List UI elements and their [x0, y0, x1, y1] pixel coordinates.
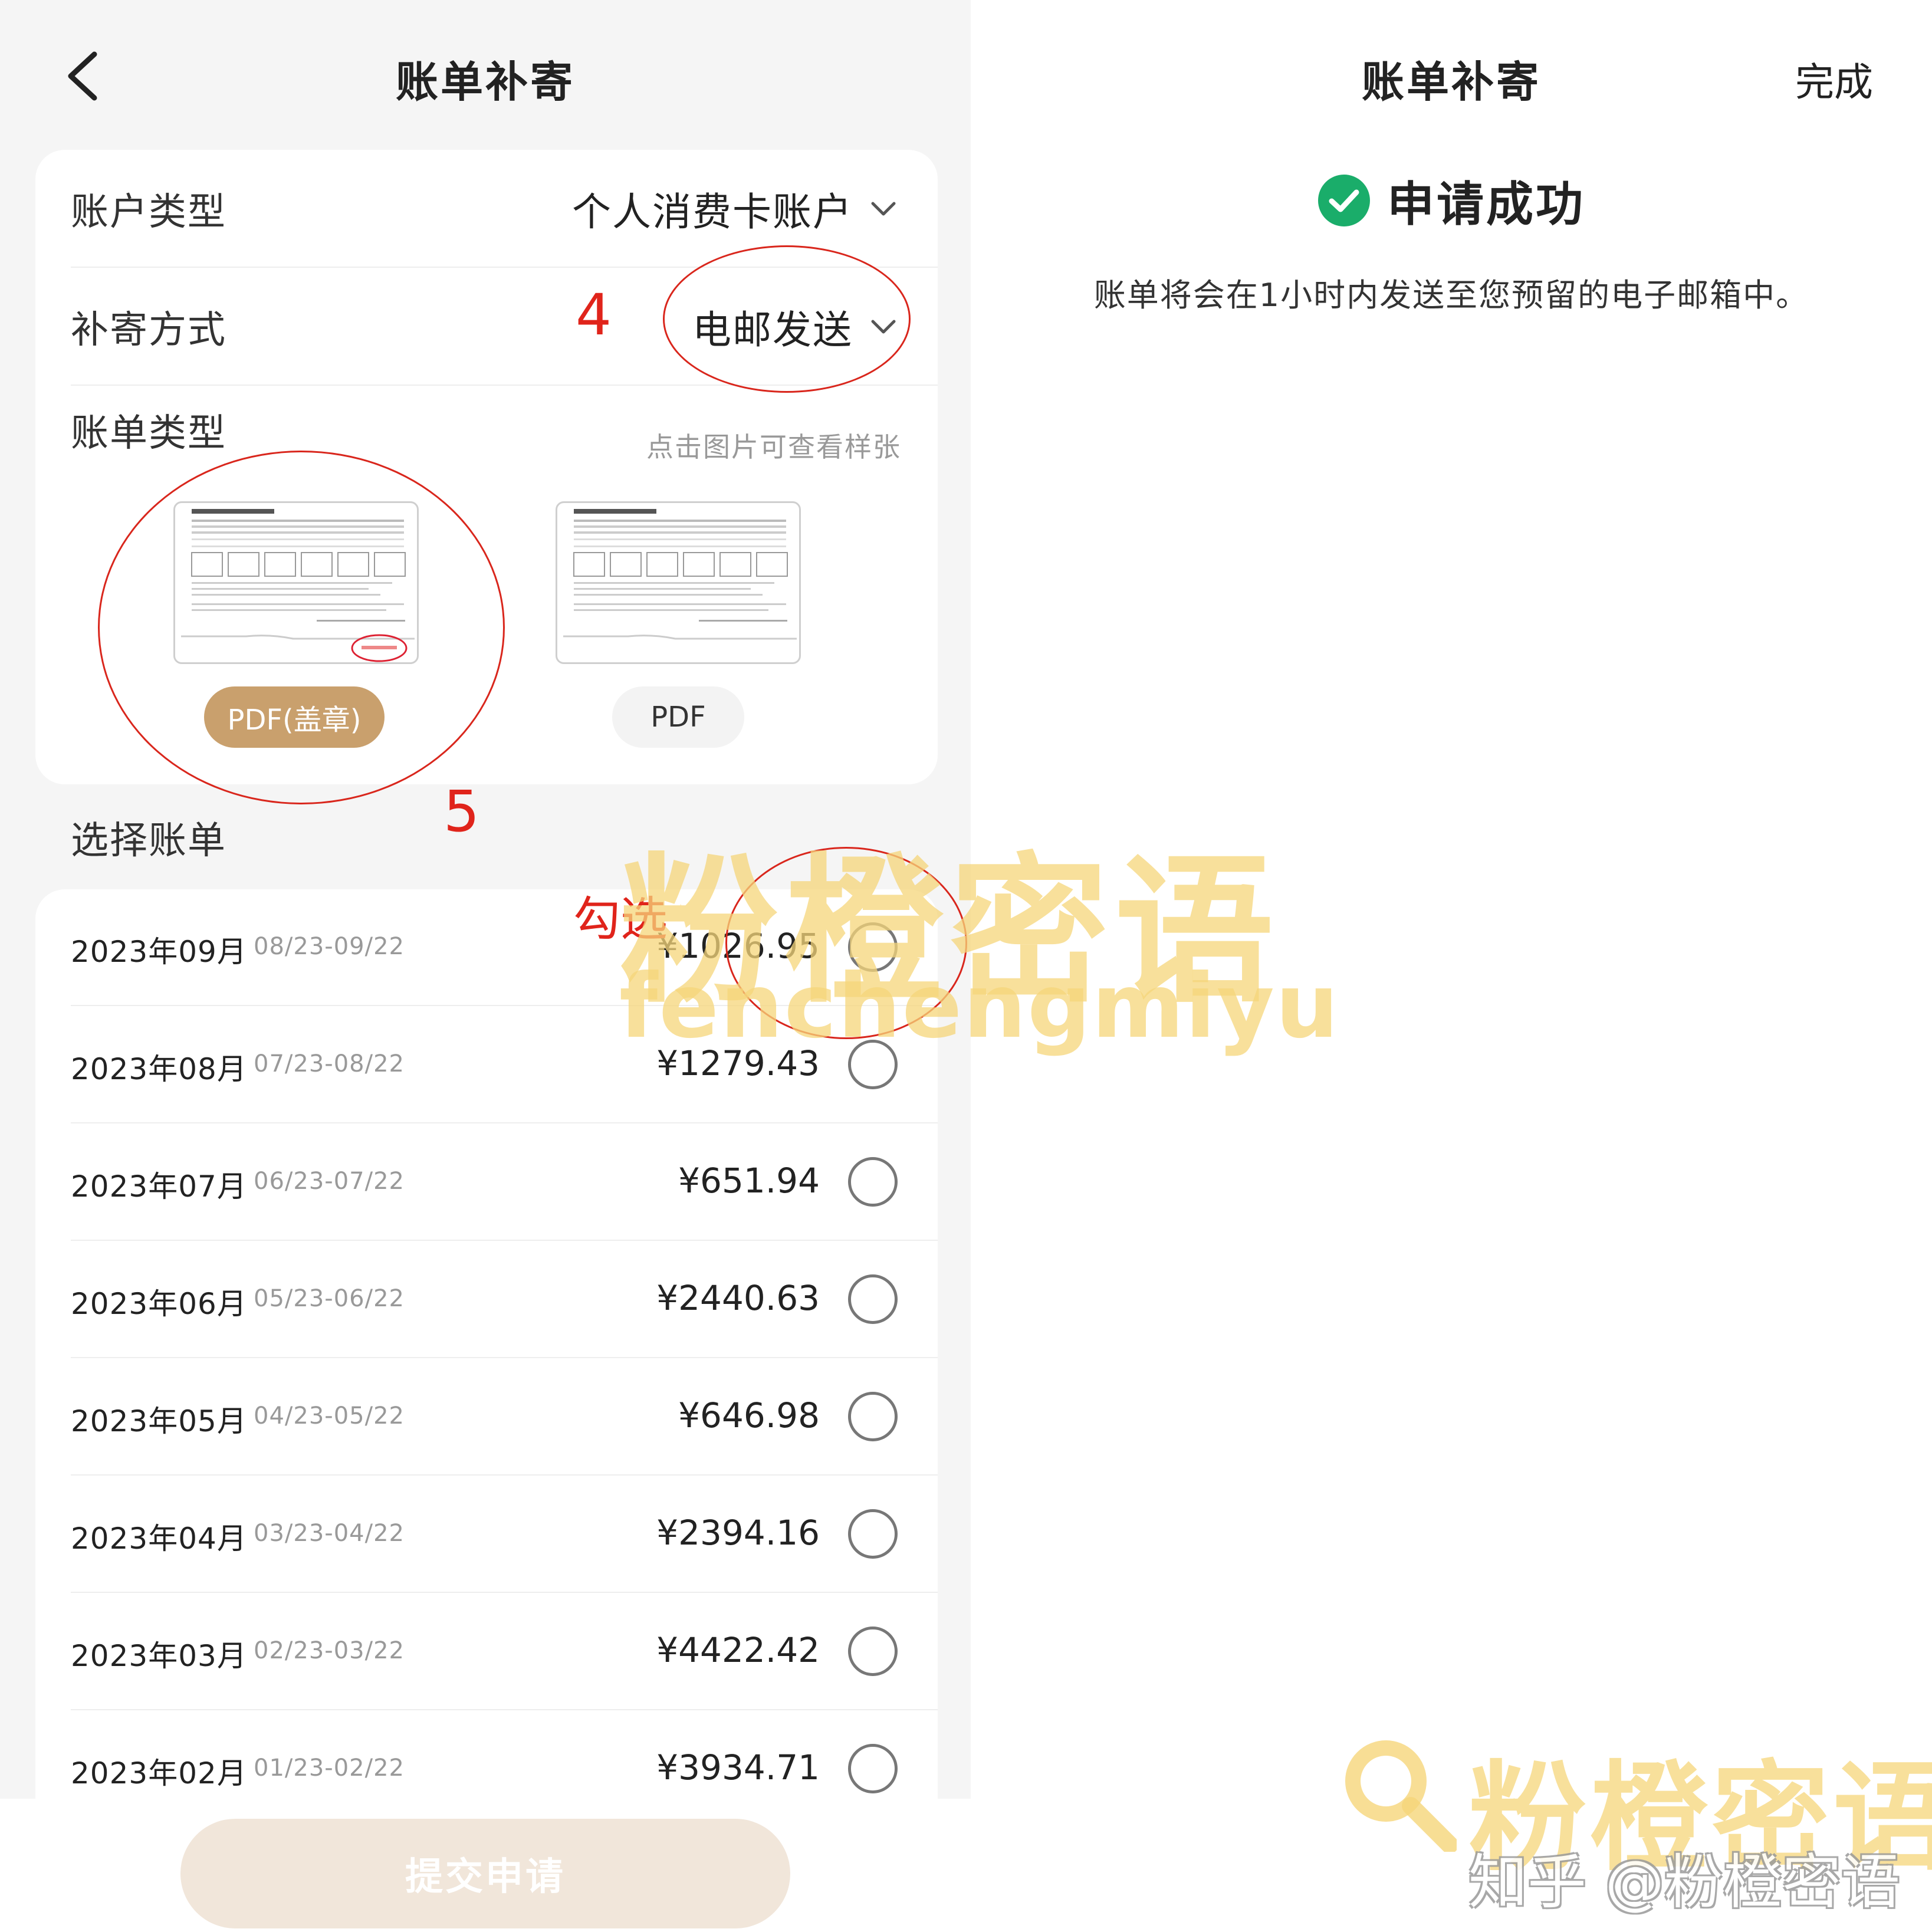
bill-amount: ¥3934.71: [656, 1747, 820, 1788]
bill-month: 2023年03月: [71, 1639, 247, 1673]
page-title: 账单补寄: [1361, 57, 1541, 107]
bill-amount: ¥2394.16: [656, 1513, 820, 1553]
bill-range: 02/23-03/22: [254, 1637, 405, 1664]
success-title: 申请成功: [1387, 177, 1585, 232]
bill-amount: ¥4422.42: [656, 1630, 820, 1670]
statement-preview-icon: [563, 509, 797, 640]
bill-amount: ¥1026.95: [656, 926, 820, 966]
bill-checkbox[interactable]: [848, 1744, 898, 1793]
bill-type-option-plain[interactable]: PDF: [612, 686, 744, 748]
submit-button[interactable]: 提交申请: [180, 1819, 790, 1928]
bill-amount: ¥651.94: [678, 1161, 820, 1201]
page-title: 账单补寄: [395, 57, 575, 107]
bill-month: 2023年05月: [71, 1404, 247, 1438]
bill-amount: ¥1279.43: [656, 1043, 820, 1083]
annotation-check-label: 勾选: [573, 892, 668, 947]
divider: [71, 1240, 938, 1241]
bill-month: 2023年08月: [71, 1052, 247, 1086]
bill-range: 08/23-09/22: [254, 933, 405, 960]
bill-amount: ¥2440.63: [656, 1278, 820, 1318]
bill-list: 2023年09月 08/23-09/22 ¥1026.95 2023年08月 0…: [35, 889, 938, 1809]
check-circle-icon: [1318, 175, 1370, 226]
bill-sample-thumbnail-stamped[interactable]: [173, 501, 419, 664]
bill-range: 06/23-07/22: [254, 1168, 405, 1195]
sample-hint: 点击图片可查看样张: [646, 431, 901, 463]
bill-month: 2023年02月: [71, 1756, 247, 1790]
bill-range: 03/23-04/22: [254, 1520, 405, 1547]
bill-checkbox[interactable]: [848, 1274, 898, 1324]
bill-checkbox[interactable]: [848, 922, 898, 972]
bill-month: 2023年07月: [71, 1169, 247, 1204]
bill-checkbox[interactable]: [848, 1040, 898, 1089]
bill-checkbox[interactable]: [848, 1392, 898, 1441]
bill-type-option-stamped[interactable]: PDF(盖章): [204, 686, 385, 748]
divider: [71, 1005, 938, 1006]
application-success-screen: 账单补寄 完成 申请成功 账单将会在1小时内发送至您预留的电子邮箱中。: [971, 0, 1932, 1932]
bill-sample-thumbnail-plain[interactable]: [556, 501, 801, 664]
divider: [71, 1592, 938, 1593]
divider: [71, 1709, 938, 1710]
bill-range: 05/23-06/22: [254, 1285, 405, 1312]
delivery-method-select[interactable]: 电邮发送: [692, 298, 896, 355]
settings-card: 账户类型 个人消费卡账户 补寄方式 电邮发送 账单类型 点击图片可查看样张 PD…: [35, 150, 938, 784]
bill-month: 2023年06月: [71, 1287, 247, 1321]
bill-month: 2023年09月: [71, 935, 247, 969]
annotation-step-4: 4: [576, 282, 612, 348]
account-type-row[interactable]: 账户类型 个人消费卡账户: [71, 150, 938, 268]
bill-row[interactable]: 2023年07月 06/23-07/22 ¥651.94: [35, 1124, 938, 1241]
bill-range: 04/23-05/22: [254, 1402, 405, 1430]
delivery-method-row[interactable]: 补寄方式 电邮发送: [71, 268, 938, 386]
bill-row[interactable]: 2023年09月 08/23-09/22 ¥1026.95: [35, 889, 938, 1006]
bill-month: 2023年04月: [71, 1522, 247, 1556]
bill-row[interactable]: 2023年05月 04/23-05/22 ¥646.98: [35, 1359, 938, 1476]
bill-checkbox[interactable]: [848, 1157, 898, 1207]
delivery-method-label: 补寄方式: [71, 308, 226, 352]
account-type-select[interactable]: 个人消费卡账户: [572, 180, 896, 237]
delivery-method-value: 电邮发送: [692, 307, 853, 353]
bill-amount: ¥646.98: [678, 1395, 820, 1435]
bill-checkbox[interactable]: [848, 1627, 898, 1676]
divider: [71, 1357, 938, 1358]
success-message: 账单将会在1小时内发送至您预留的电子邮箱中。: [1093, 277, 1809, 314]
bill-row[interactable]: 2023年06月 05/23-06/22 ¥2440.63: [35, 1241, 938, 1358]
bill-row[interactable]: 2023年04月 03/23-04/22 ¥2394.16: [35, 1476, 938, 1593]
success-header: 申请成功: [971, 166, 1932, 235]
bill-row[interactable]: 2023年08月 07/23-08/22 ¥1279.43: [35, 1007, 938, 1123]
bill-reissue-form-screen: 账单补寄 账户类型 个人消费卡账户 补寄方式 电邮发送 账单类型 点击图片可查看…: [0, 0, 971, 1932]
annotation-step-5: 5: [443, 778, 480, 845]
select-bill-title: 选择账单: [71, 819, 226, 863]
bill-checkbox[interactable]: [848, 1509, 898, 1559]
chevron-down-icon: [871, 320, 896, 334]
bill-range: 01/23-02/22: [254, 1754, 405, 1782]
divider: [71, 1474, 938, 1476]
account-type-label: 账户类型: [71, 190, 226, 234]
divider: [71, 1122, 938, 1123]
chevron-down-icon: [871, 202, 896, 216]
account-type-value: 个人消费卡账户: [572, 189, 853, 235]
bill-row[interactable]: 2023年03月 02/23-03/22 ¥4422.42: [35, 1593, 938, 1710]
bill-type-label: 账单类型: [71, 412, 226, 455]
done-button[interactable]: 完成: [1795, 51, 1873, 107]
statement-preview-icon: [181, 509, 415, 662]
bill-range: 07/23-08/22: [254, 1050, 405, 1077]
